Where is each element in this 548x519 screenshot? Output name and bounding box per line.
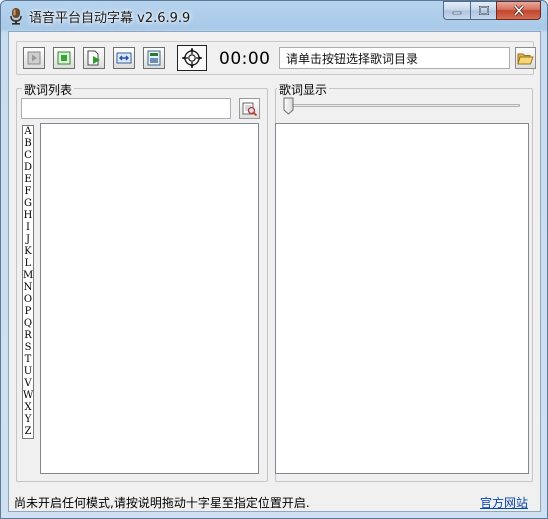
alphabet-letter-m[interactable]: M [23,270,33,282]
title-bar[interactable]: 语音平台自动字幕 v2.6.9.9 [1,1,547,31]
window-title: 语音平台自动字幕 v2.6.9.9 [29,11,191,26]
search-icon [242,102,257,116]
settings-button[interactable] [143,47,165,69]
lyrics-display-box[interactable] [275,123,529,474]
elapsed-timer: 00:00 [219,49,271,69]
alphabet-letter-p[interactable]: P [23,306,33,318]
alphabet-letter-e[interactable]: E [23,174,33,186]
alphabet-letter-d[interactable]: D [23,162,33,174]
stop-button[interactable] [53,47,75,69]
alphabet-letter-w[interactable]: W [23,390,33,402]
alphabet-letter-z[interactable]: Z [23,426,33,438]
app-window: 语音平台自动字幕 v2.6.9.9 00:00 请单击按钮选择歌词目录 歌词列表… [0,0,548,519]
alphabet-letter-v[interactable]: V [23,378,33,390]
lyrics-progress-thumb[interactable] [283,97,294,115]
alphabet-letter-o[interactable]: O [23,294,33,306]
alphabet-letter-c[interactable]: C [23,150,33,162]
search-button[interactable] [239,98,260,119]
stop-icon [57,51,71,65]
sync-icon [116,52,132,64]
browse-folder-button[interactable] [515,47,536,69]
status-message: 尚未开启任何模式,请按说明拖动十字星至指定位置开启. [14,496,310,510]
crosshair-drag-handle[interactable] [177,45,207,71]
alphabet-letter-s[interactable]: S [23,342,33,354]
toolbar: 00:00 请单击按钮选择歌词目录 [16,41,536,75]
alphabet-letter-r[interactable]: R [23,330,33,342]
maximize-icon [478,6,489,15]
client-area: 00:00 请单击按钮选择歌词目录 歌词列表 ABCDEFGHIJKLMNOPQ… [8,31,541,512]
alphabet-letter-i[interactable]: I [23,222,33,234]
lyrics-search-input[interactable] [21,98,231,119]
alphabet-letter-n[interactable]: N [23,282,33,294]
minimize-button[interactable] [443,1,470,20]
alphabet-letter-y[interactable]: Y [23,414,33,426]
open-play-button[interactable] [83,47,105,69]
alphabet-letter-b[interactable]: B [23,138,33,150]
alphabet-letter-f[interactable]: F [23,186,33,198]
alphabet-letter-g[interactable]: G [23,198,33,210]
lyrics-progress-track[interactable] [287,104,520,107]
alphabet-letter-h[interactable]: H [23,210,33,222]
alphabet-letter-q[interactable]: Q [23,318,33,330]
official-website-link[interactable]: 官方网站 [480,494,528,511]
folder-open-icon [517,53,534,64]
sync-button[interactable] [113,47,135,69]
alphabet-letter-t[interactable]: T [23,354,33,366]
play-button[interactable] [23,47,45,69]
alphabet-letter-u[interactable]: U [23,366,33,378]
file-play-icon [87,50,100,66]
lyrics-directory-field[interactable]: 请单击按钮选择歌词目录 [279,47,510,69]
lyrics-list-legend: 歌词列表 [22,81,75,98]
alphabet-letter-j[interactable]: J [23,234,33,246]
minimize-icon [452,11,462,14]
crosshair-icon [182,48,202,68]
play-icon [27,51,41,65]
alphabet-letter-x[interactable]: X [23,402,33,414]
alphabet-letter-l[interactable]: L [23,258,33,270]
document-settings-icon [147,50,161,66]
microphone-app-icon [10,8,22,25]
lyrics-listbox[interactable] [40,123,259,474]
lyrics-display-legend: 歌词显示 [277,81,330,98]
caption-buttons [443,1,541,21]
maximize-button[interactable] [470,1,496,20]
close-button[interactable] [496,1,541,20]
alphabet-index: ABCDEFGHIJKLMNOPQRSTUVWXYZ [22,125,34,439]
alphabet-letter-a[interactable]: A [23,126,33,138]
alphabet-letter-k[interactable]: K [23,246,33,258]
close-icon [513,5,524,16]
